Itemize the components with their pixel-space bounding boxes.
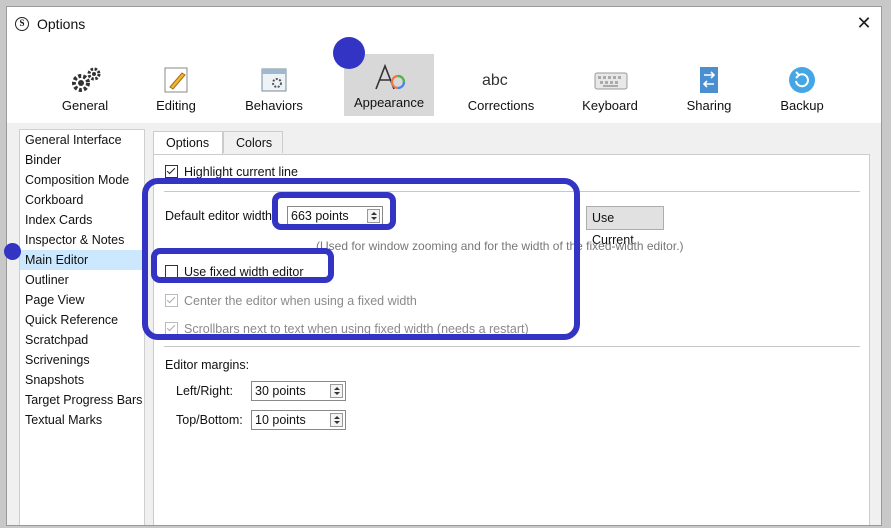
toolbar-backup[interactable]: Backup	[757, 53, 847, 123]
sidebar-item-scrivenings[interactable]: Scrivenings	[20, 350, 144, 370]
keyboard-icon	[594, 65, 628, 95]
highlight-current-line-checkbox[interactable]	[165, 165, 178, 178]
toolbar-behaviors[interactable]: Behaviors	[229, 53, 319, 123]
sidebar-item-main-editor[interactable]: Main Editor	[20, 250, 144, 270]
divider	[164, 346, 860, 347]
sidebar-item-outliner[interactable]: Outliner	[20, 270, 144, 290]
toolbar-sharing[interactable]: Sharing	[664, 53, 754, 123]
title-bar: S Options ✕	[7, 7, 881, 41]
pencil-icon	[160, 65, 192, 95]
top-bottom-label: Top/Bottom:	[176, 413, 243, 427]
abc-icon: abc	[481, 65, 521, 95]
sidebar-item-general-interface[interactable]: General Interface	[20, 130, 144, 150]
preferences-toolbar: General Editing Behaviors Appearance abc…	[7, 41, 881, 123]
scrivener-app-icon: S	[15, 17, 29, 31]
sidebar-item-corkboard[interactable]: Corkboard	[20, 190, 144, 210]
sharing-icon	[693, 65, 725, 95]
gears-icon	[69, 65, 101, 95]
left-right-value: 30 points	[255, 384, 306, 398]
left-right-spinbox[interactable]: 30 points	[251, 381, 346, 401]
sidebar-item-target-progress-bars[interactable]: Target Progress Bars	[20, 390, 144, 410]
toolbar-label: Backup	[780, 98, 824, 113]
sidebar-item-scratchpad[interactable]: Scratchpad	[20, 330, 144, 350]
toolbar-label: Corrections	[467, 98, 535, 113]
sidebar-item-inspector-notes[interactable]: Inspector & Notes	[20, 230, 144, 250]
sidebar-item-page-view[interactable]: Page View	[20, 290, 144, 310]
toolbar-label: Keyboard	[582, 98, 638, 113]
sidebar-item-index-cards[interactable]: Index Cards	[20, 210, 144, 230]
toolbar-label: Sharing	[686, 98, 732, 113]
toolbar-label: Appearance	[353, 95, 425, 110]
sidebar-item-textual-marks[interactable]: Textual Marks	[20, 410, 144, 430]
toolbar-label: General	[61, 98, 109, 113]
toolbar-editing[interactable]: Editing	[131, 53, 221, 123]
font-appearance-icon	[373, 62, 406, 92]
spinner-arrows-icon[interactable]	[330, 384, 343, 398]
annotation-highlight-box	[151, 248, 334, 283]
highlight-current-line-label: Highlight current line	[184, 165, 298, 179]
svg-text:abc: abc	[482, 72, 508, 89]
top-bottom-spinbox[interactable]: 10 points	[251, 410, 346, 430]
toolbar-label: Editing	[156, 98, 196, 113]
tab-options[interactable]: Options	[153, 131, 223, 155]
annotation-highlight-box	[272, 192, 396, 230]
toolbar-corrections[interactable]: abc Corrections	[456, 53, 546, 123]
sidebar-item-binder[interactable]: Binder	[20, 150, 144, 170]
toolbar-general[interactable]: General	[40, 53, 130, 123]
spinner-arrows-icon[interactable]	[330, 413, 343, 427]
behaviors-icon	[258, 65, 290, 95]
toolbar-keyboard[interactable]: Keyboard	[565, 53, 655, 123]
left-right-label: Left/Right:	[176, 384, 233, 398]
highlight-current-line-option[interactable]: Highlight current line	[165, 165, 298, 179]
toolbar-label: Behaviors	[245, 98, 303, 113]
editor-margins-title: Editor margins:	[165, 358, 250, 372]
use-current-button[interactable]: Use Current	[586, 206, 664, 247]
window-title: Options	[37, 16, 86, 32]
annotation-dot	[4, 243, 21, 260]
top-bottom-value: 10 points	[255, 413, 306, 427]
sidebar-item-quick-reference[interactable]: Quick Reference	[20, 310, 144, 330]
close-icon[interactable]: ✕	[853, 12, 875, 34]
backup-icon	[786, 65, 818, 95]
sidebar-item-composition-mode[interactable]: Composition Mode	[20, 170, 144, 190]
annotation-dot	[333, 37, 365, 69]
tab-colors[interactable]: Colors	[223, 131, 283, 153]
category-list: General Interface Binder Composition Mod…	[19, 129, 145, 525]
sidebar-item-snapshots[interactable]: Snapshots	[20, 370, 144, 390]
